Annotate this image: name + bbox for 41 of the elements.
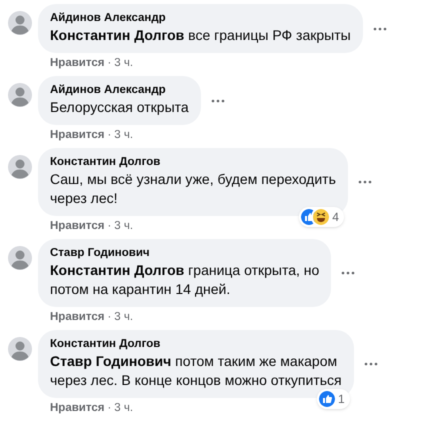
- separator-dot: ·: [107, 310, 112, 325]
- like-link[interactable]: Нравится: [50, 56, 104, 71]
- comment-time[interactable]: 3 ч.: [114, 401, 134, 416]
- avatar-icon[interactable]: [8, 246, 32, 270]
- reaction-badge[interactable]: 1: [316, 389, 350, 409]
- reaction-count: 4: [331, 209, 340, 226]
- laughing-face-icon: [313, 209, 330, 225]
- comment-author[interactable]: Константин Долгов: [50, 154, 160, 170]
- like-link[interactable]: Нравится: [50, 219, 104, 234]
- comment-text: Саш, мы всё узнали уже, будем переходить через лес!: [50, 170, 336, 208]
- more-options-icon[interactable]: [364, 362, 378, 366]
- reaction-badge[interactable]: 4: [299, 207, 344, 227]
- reaction-count: 1: [336, 391, 346, 408]
- more-options-icon[interactable]: [358, 180, 372, 184]
- comment-author[interactable]: Айдинов Александр: [50, 10, 166, 26]
- comment-author[interactable]: Ставр Годинович: [50, 245, 150, 261]
- more-options-icon[interactable]: [210, 98, 225, 102]
- thumbs-up-icon: [318, 391, 335, 407]
- more-options-icon[interactable]: [341, 271, 356, 275]
- comment-time[interactable]: 3 ч.: [114, 219, 134, 234]
- like-link[interactable]: Нравится: [50, 128, 104, 143]
- comment-text: Белорусская открыта: [50, 98, 189, 117]
- avatar-icon[interactable]: [8, 337, 32, 361]
- comment-text: Константин Долгов все границы РФ закрыты: [50, 26, 351, 45]
- more-options-icon[interactable]: [372, 26, 387, 30]
- like-link[interactable]: Нравится: [50, 310, 104, 325]
- comment-text: Константин Долгов граница открыта, но потом на карантин 14 дней.: [50, 261, 320, 299]
- avatar-icon[interactable]: [8, 83, 32, 107]
- separator-dot: ·: [107, 56, 112, 71]
- comment-author[interactable]: Айдинов Александр: [50, 82, 166, 98]
- avatar-icon[interactable]: [8, 155, 32, 179]
- separator-dot: ·: [107, 401, 112, 416]
- comment-author[interactable]: Константин Долгов: [50, 336, 160, 352]
- comment-time[interactable]: 3 ч.: [114, 128, 134, 143]
- avatar-icon[interactable]: [8, 11, 32, 35]
- comment-time[interactable]: 3 ч.: [114, 56, 134, 71]
- comment-text: Ставр Годинович потом таким же макаром через лес. В конце концов можно откупиться: [50, 352, 342, 390]
- separator-dot: ·: [107, 128, 112, 143]
- like-link[interactable]: Нравится: [50, 401, 104, 416]
- comment-time[interactable]: 3 ч.: [114, 310, 134, 325]
- separator-dot: ·: [107, 219, 112, 234]
